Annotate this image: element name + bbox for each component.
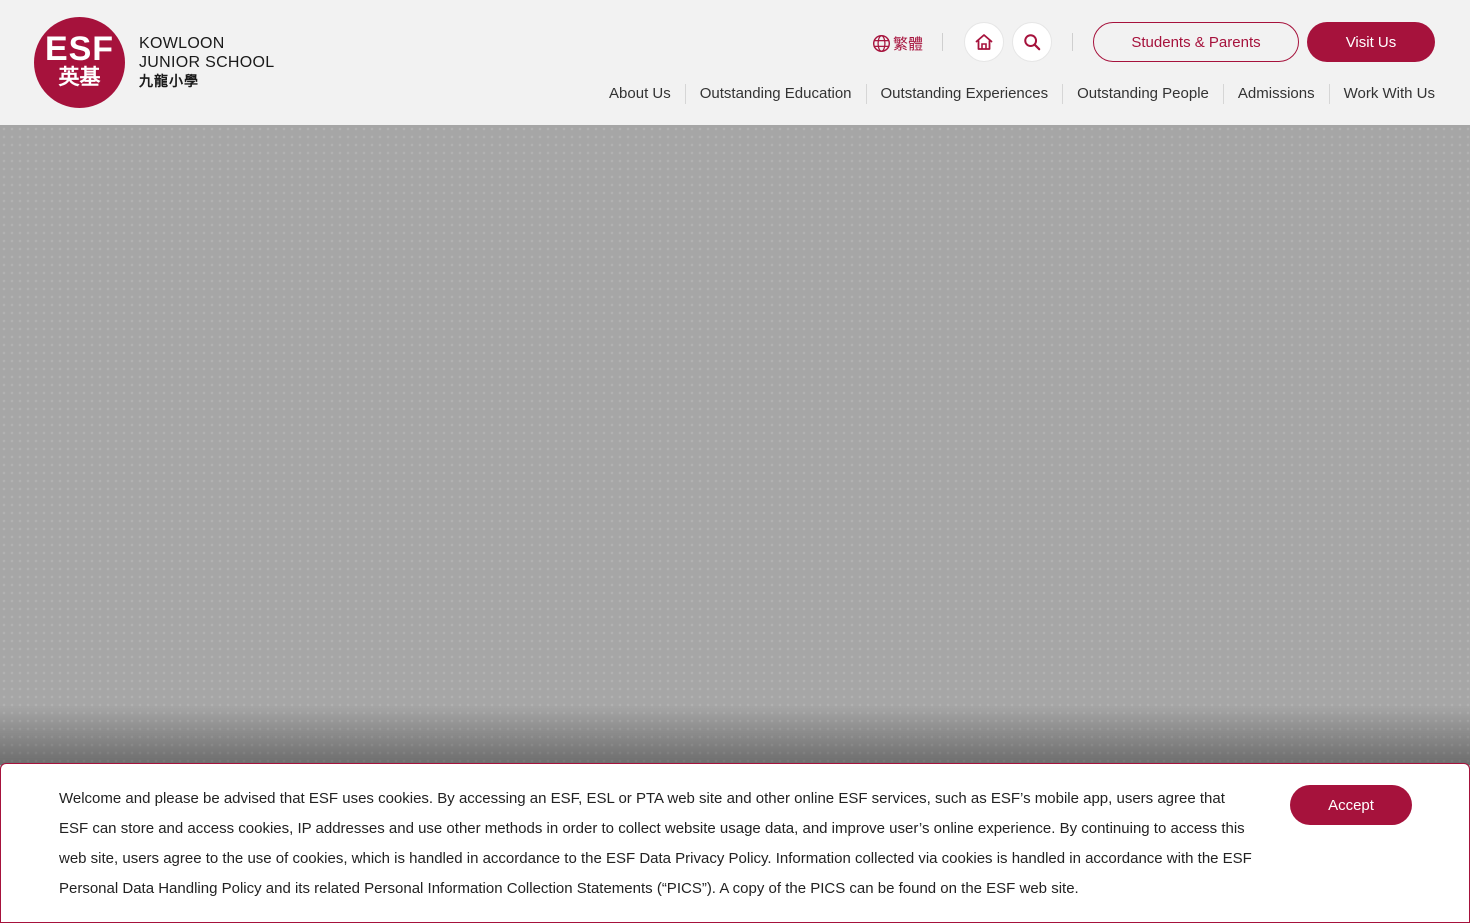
accept-cookies-button[interactable]: Accept (1290, 785, 1412, 825)
search-icon (1024, 34, 1041, 51)
hero-shadow (0, 705, 1470, 765)
globe-icon (872, 34, 891, 53)
hero-placeholder (0, 125, 1470, 765)
students-parents-button[interactable]: Students & Parents (1093, 22, 1299, 62)
logo-esf-text: ESF (44, 29, 115, 68)
school-logo[interactable]: ESF 英基 KOWLOON JUNIOR SCHOOL 九龍小學 (34, 17, 274, 108)
logo-chinese-text: 英基 (58, 65, 101, 89)
nav-item-outstanding-experiences[interactable]: Outstanding Experiences (865, 84, 1063, 104)
site-header: ESF 英基 KOWLOON JUNIOR SCHOOL 九龍小學 繁體 Stu… (0, 0, 1470, 125)
visit-us-button[interactable]: Visit Us (1307, 22, 1435, 62)
nav-item-admissions[interactable]: Admissions (1222, 84, 1329, 104)
home-button[interactable] (964, 22, 1004, 62)
home-icon (975, 34, 993, 50)
main-nav: About Us Outstanding Education Outstandi… (595, 84, 1435, 104)
cookie-banner: Welcome and please be advised that ESF u… (0, 763, 1470, 923)
divider (1072, 33, 1073, 51)
cookie-message: Welcome and please be advised that ESF u… (59, 790, 1252, 897)
logo-line-3: 九龍小學 (139, 73, 199, 89)
nav-item-outstanding-education[interactable]: Outstanding Education (684, 84, 866, 104)
divider (942, 33, 943, 51)
nav-item-outstanding-people[interactable]: Outstanding People (1062, 84, 1223, 104)
esf-logo-badge: ESF 英基 (34, 17, 125, 108)
nav-item-work-with-us[interactable]: Work With Us (1328, 84, 1435, 104)
language-switch[interactable]: 繁體 (872, 33, 923, 54)
logo-line-2: JUNIOR SCHOOL (139, 54, 275, 71)
language-label: 繁體 (893, 36, 924, 53)
logo-line-1: KOWLOON (139, 35, 225, 52)
search-button[interactable] (1012, 22, 1052, 62)
nav-item-about-us[interactable]: About Us (595, 84, 685, 104)
logo-school-name: KOWLOON JUNIOR SCHOOL 九龍小學 (139, 34, 274, 91)
